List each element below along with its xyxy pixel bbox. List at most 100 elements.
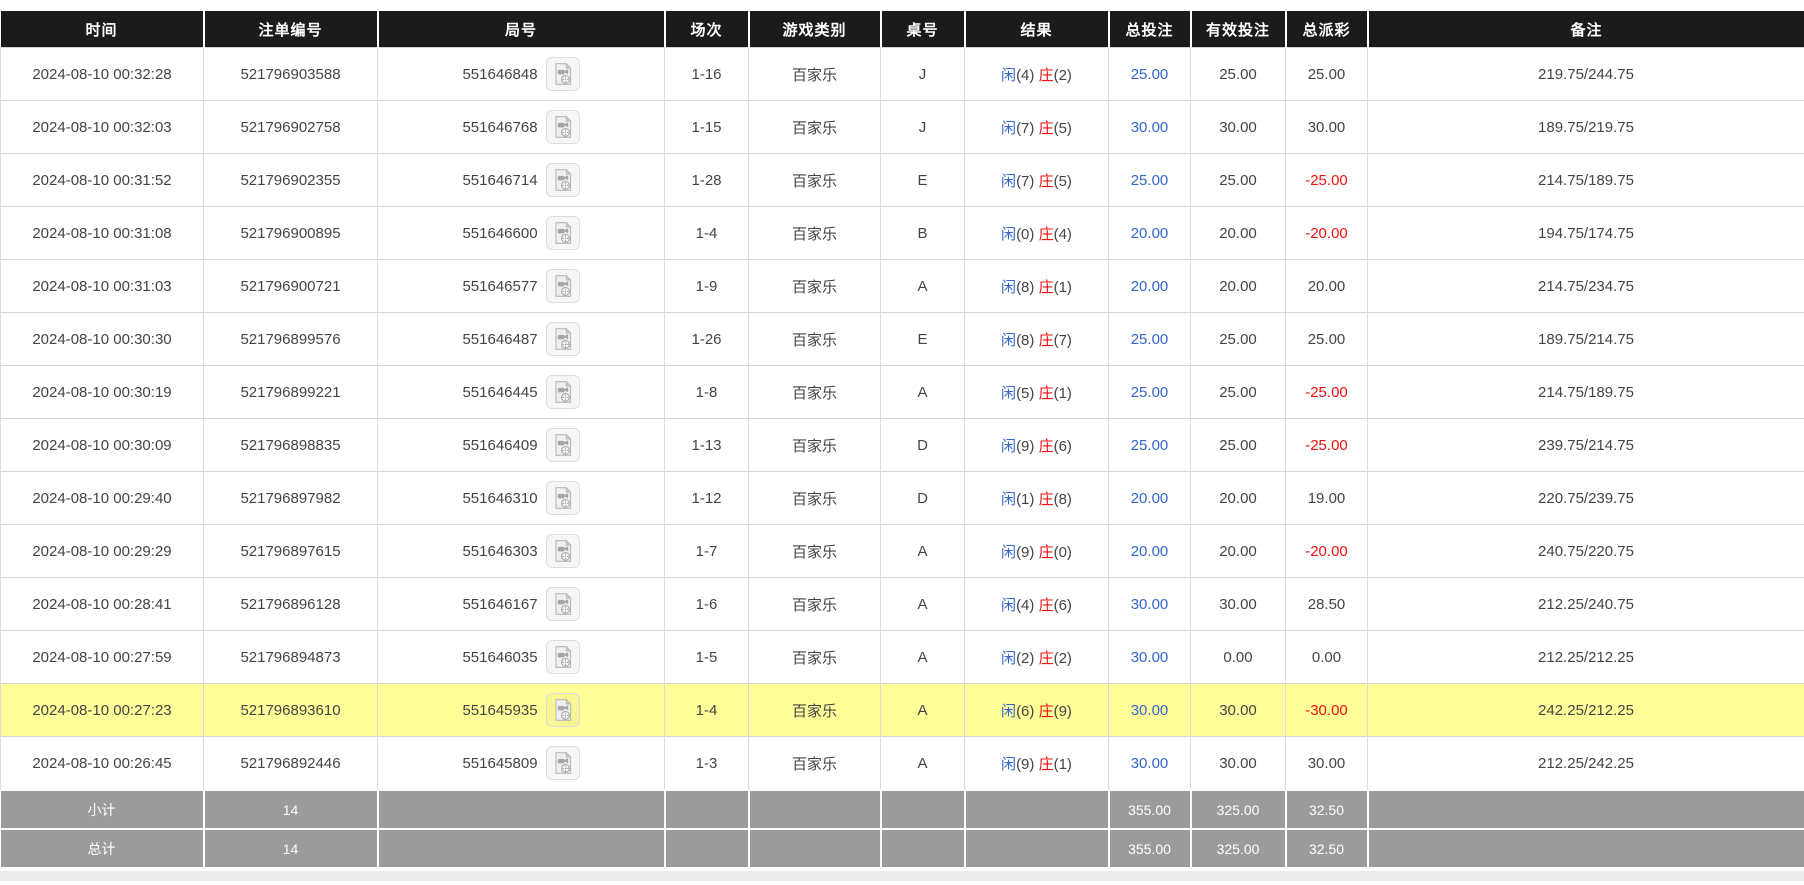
table-row[interactable]: 2024-08-10 00:30:19 521796899221 5516464… xyxy=(0,365,1804,419)
session-cell: 1-12 xyxy=(664,471,749,525)
table-row[interactable]: 2024-08-10 00:27:59 521796894873 5516460… xyxy=(0,630,1804,684)
total-bet-link[interactable]: 30.00 xyxy=(1131,649,1169,666)
session-cell: 1-7 xyxy=(664,524,749,578)
replay-button[interactable] xyxy=(545,534,580,568)
replay-button[interactable] xyxy=(545,746,580,780)
game-type-cell: 百家乐 xyxy=(748,471,881,525)
total-bet-link[interactable]: 25.00 xyxy=(1131,437,1169,454)
bet-id-cell: 521796894873 xyxy=(203,630,378,684)
total-bet-link[interactable]: 25.00 xyxy=(1131,172,1169,189)
result-cell: 闲(7) 庄(5) xyxy=(964,153,1109,207)
total-bet-link[interactable]: 30.00 xyxy=(1131,702,1169,719)
table-row[interactable]: 2024-08-10 00:32:28 521796903588 5516468… xyxy=(0,47,1804,101)
time-cell: 2024-08-10 00:31:03 xyxy=(0,259,204,313)
replay-button[interactable] xyxy=(545,57,580,91)
total-bet-link[interactable]: 20.00 xyxy=(1131,225,1169,242)
table-row[interactable]: 2024-08-10 00:28:41 521796896128 5516461… xyxy=(0,577,1804,631)
table-row[interactable]: 2024-08-10 00:31:08 521796900895 5516466… xyxy=(0,206,1804,260)
player-result: 闲 xyxy=(1001,66,1017,84)
video-file-icon xyxy=(550,379,576,405)
round-cell: 551646445 xyxy=(377,365,665,419)
col-header-result: 结果 xyxy=(963,11,1110,48)
valid-bet-cell: 30.00 xyxy=(1190,577,1286,631)
table-row[interactable]: 2024-08-10 00:26:45 521796892446 5516458… xyxy=(0,736,1804,791)
round-cell: 551646768 xyxy=(377,100,665,154)
remark-cell: 212.25/242.25 xyxy=(1367,736,1804,791)
replay-button[interactable] xyxy=(545,428,580,462)
round-number: 551645809 xyxy=(462,754,538,772)
total-bet-cell: 25.00 xyxy=(1108,418,1191,472)
banker-result: 庄 xyxy=(1038,225,1054,243)
replay-button[interactable] xyxy=(545,163,580,197)
table-row[interactable]: 2024-08-10 00:31:03 521796900721 5516465… xyxy=(0,259,1804,313)
replay-button[interactable] xyxy=(545,375,580,409)
banker-result: 庄 xyxy=(1038,755,1054,773)
remark-cell: 219.75/244.75 xyxy=(1367,47,1804,101)
bottom-strip xyxy=(0,871,1804,881)
payout-cell: -20.00 xyxy=(1285,206,1368,260)
total-bet-link[interactable]: 20.00 xyxy=(1131,278,1169,295)
table-row[interactable]: 2024-08-10 00:31:52 521796902355 5516467… xyxy=(0,153,1804,207)
result-cell: 闲(7) 庄(5) xyxy=(964,100,1109,154)
video-file-icon xyxy=(550,114,576,140)
subtotal-total-bet: 355.00 xyxy=(1107,789,1192,830)
table-row[interactable]: 2024-08-10 00:30:09 521796898835 5516464… xyxy=(0,418,1804,472)
player-result: 闲 xyxy=(1001,543,1017,561)
banker-result: 庄 xyxy=(1038,596,1054,614)
replay-button[interactable] xyxy=(545,481,580,515)
total-bet-link[interactable]: 20.00 xyxy=(1131,490,1169,507)
replay-button[interactable] xyxy=(545,587,580,621)
player-result: 闲 xyxy=(1001,172,1017,190)
round-cell: 551646714 xyxy=(377,153,665,207)
round-cell: 551646487 xyxy=(377,312,665,366)
table-row[interactable]: 2024-08-10 00:30:30 521796899576 5516464… xyxy=(0,312,1804,366)
remark-cell: 214.75/234.75 xyxy=(1367,259,1804,313)
total-bet-link[interactable]: 30.00 xyxy=(1131,119,1169,136)
table-row[interactable]: 2024-08-10 00:29:40 521796897982 5516463… xyxy=(0,471,1804,525)
total-total-bet: 355.00 xyxy=(1107,828,1192,869)
total-bet-link[interactable]: 25.00 xyxy=(1131,66,1169,83)
table-row[interactable]: 2024-08-10 00:32:03 521796902758 5516467… xyxy=(0,100,1804,154)
round-number: 551646445 xyxy=(462,383,538,401)
round-cell: 551646577 xyxy=(377,259,665,313)
remark-cell: 189.75/219.75 xyxy=(1367,100,1804,154)
replay-button[interactable] xyxy=(545,110,580,144)
table-row[interactable]: 2024-08-10 00:29:29 521796897615 5516463… xyxy=(0,524,1804,578)
valid-bet-cell: 25.00 xyxy=(1190,153,1286,207)
total-bet-link[interactable]: 25.00 xyxy=(1131,384,1169,401)
replay-button[interactable] xyxy=(545,322,580,356)
result-cell: 闲(4) 庄(2) xyxy=(964,47,1109,101)
table-no-cell: A xyxy=(880,259,965,313)
total-bet-cell: 25.00 xyxy=(1108,47,1191,101)
bet-id-cell: 521796900721 xyxy=(203,259,378,313)
video-file-icon xyxy=(550,273,576,299)
total-bet-link[interactable]: 25.00 xyxy=(1131,331,1169,348)
video-file-icon xyxy=(550,326,576,352)
replay-button[interactable] xyxy=(545,216,580,250)
total-bet-link[interactable]: 20.00 xyxy=(1131,543,1169,560)
round-cell: 551645809 xyxy=(377,736,665,791)
result-cell: 闲(0) 庄(4) xyxy=(964,206,1109,260)
replay-button[interactable] xyxy=(545,640,580,674)
replay-button[interactable] xyxy=(545,269,580,303)
remark-cell: 212.25/240.75 xyxy=(1367,577,1804,631)
table-no-cell: E xyxy=(880,153,965,207)
payout-cell: -20.00 xyxy=(1285,524,1368,578)
total-bet-cell: 25.00 xyxy=(1108,153,1191,207)
banker-result: 庄 xyxy=(1038,649,1054,667)
total-bet-link[interactable]: 30.00 xyxy=(1131,755,1169,772)
session-cell: 1-5 xyxy=(664,630,749,684)
table-row[interactable]: 2024-08-10 00:27:23 521796893610 5516459… xyxy=(0,683,1804,737)
game-type-cell: 百家乐 xyxy=(748,312,881,366)
total-bet-link[interactable]: 30.00 xyxy=(1131,596,1169,613)
result-cell: 闲(8) 庄(7) xyxy=(964,312,1109,366)
round-number: 551646409 xyxy=(462,436,538,454)
table-no-cell: D xyxy=(880,471,965,525)
valid-bet-cell: 25.00 xyxy=(1190,365,1286,419)
banker-result: 庄 xyxy=(1038,437,1054,455)
total-bet-cell: 25.00 xyxy=(1108,365,1191,419)
bet-id-cell: 521796896128 xyxy=(203,577,378,631)
banker-result: 庄 xyxy=(1038,384,1054,402)
replay-button[interactable] xyxy=(545,693,580,727)
time-cell: 2024-08-10 00:26:45 xyxy=(0,736,204,791)
